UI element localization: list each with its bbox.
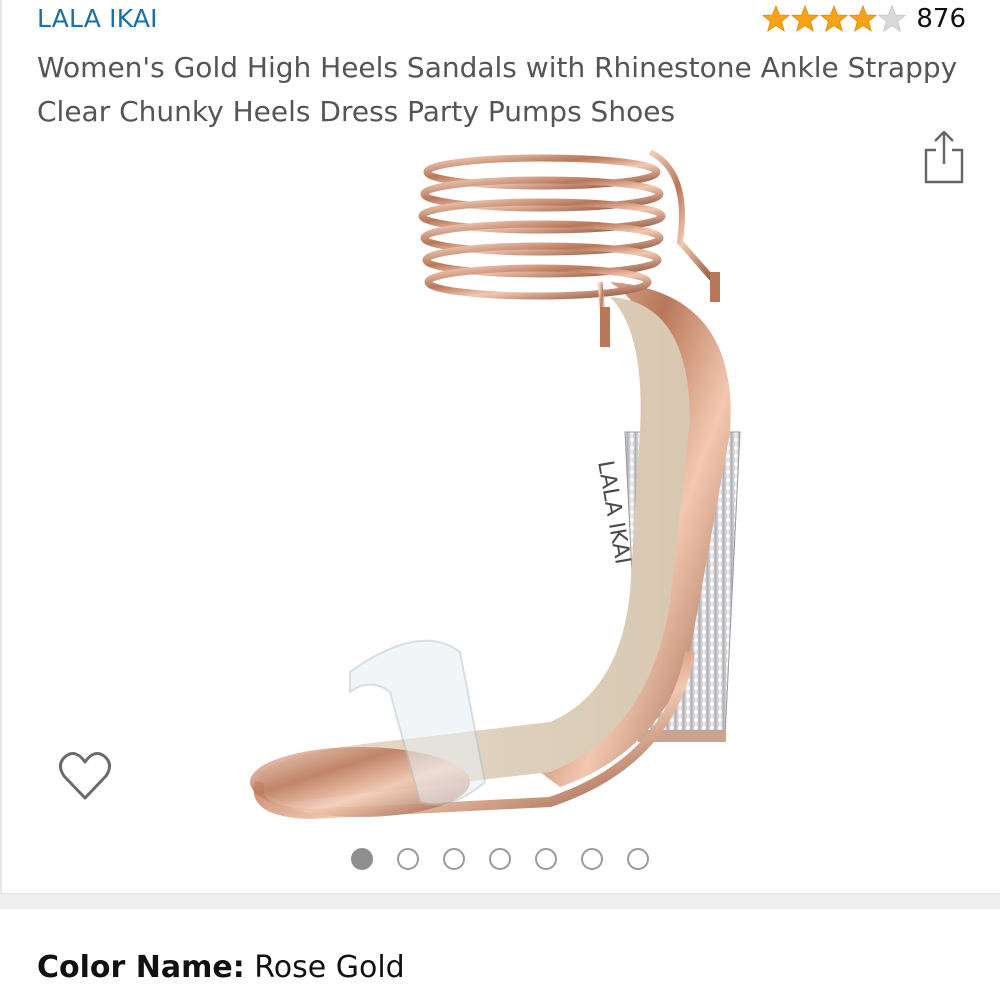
color-name-label: Color Name:: [37, 950, 245, 985]
rating[interactable]: 876: [762, 4, 966, 34]
page-left-edge: [0, 0, 2, 893]
product-image[interactable]: LALA IKAI: [220, 132, 760, 832]
color-name-value: Rose Gold: [254, 950, 405, 985]
star-rating-icon: [762, 5, 906, 33]
share-icon[interactable]: [922, 128, 966, 186]
color-selection: Color Name: Rose Gold: [37, 950, 405, 985]
header-row: LALA IKAI 876: [37, 4, 966, 40]
heart-icon[interactable]: [58, 750, 112, 804]
star-filled-icon: [820, 5, 848, 32]
review-count: 876: [916, 4, 966, 34]
product-title: Women's Gold High Heels Sandals with Rhi…: [37, 51, 958, 128]
carousel-dot-5[interactable]: [535, 848, 557, 870]
carousel-dot-3[interactable]: [443, 848, 465, 870]
star-empty-icon: [878, 5, 906, 32]
carousel-dot-2[interactable]: [397, 848, 419, 870]
carousel-dot-7[interactable]: [627, 848, 649, 870]
image-carousel-indicator: [0, 848, 1000, 872]
star-filled-icon: [762, 5, 790, 32]
carousel-dot-6[interactable]: [581, 848, 603, 870]
carousel-dot-4[interactable]: [489, 848, 511, 870]
brand-link[interactable]: LALA IKAI: [37, 4, 158, 33]
star-filled-icon: [791, 5, 819, 32]
carousel-dot-1[interactable]: [351, 848, 373, 870]
section-divider: [0, 893, 1000, 909]
star-filled-icon: [849, 5, 877, 32]
